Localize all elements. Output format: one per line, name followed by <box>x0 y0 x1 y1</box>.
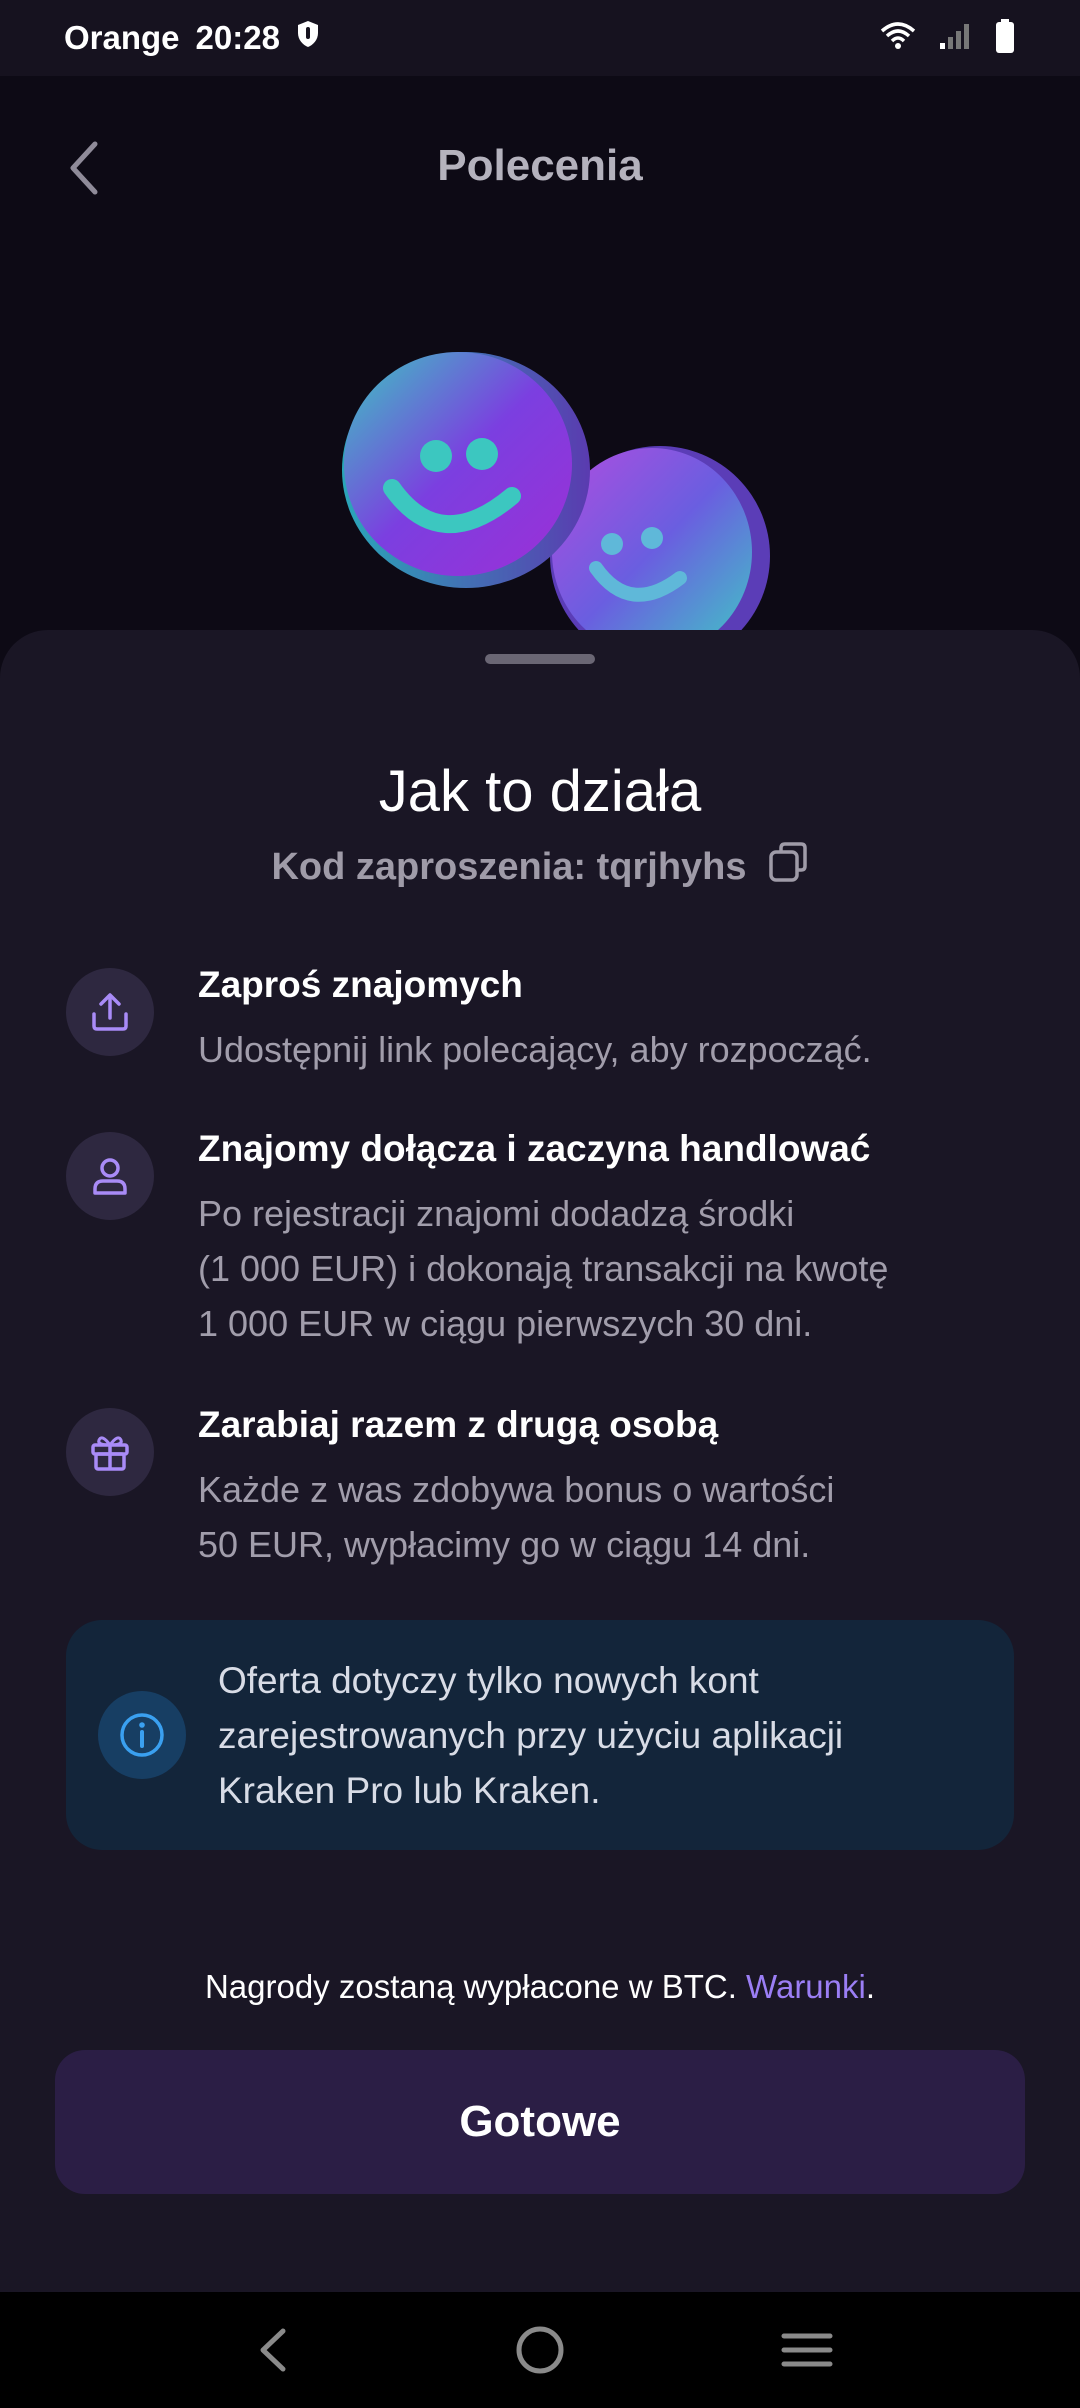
page-title: Polecenia <box>437 141 643 190</box>
carrier-label: Orange <box>64 19 180 56</box>
share-icon <box>92 993 128 1031</box>
step-desc-line: (1 000 EUR) i dokonają transakcji na kwo… <box>198 1248 889 1289</box>
step-text: Znajomy dołącza i zaczyna handlować Po r… <box>198 1124 888 1351</box>
rewards-period: . <box>865 1968 876 2005</box>
info-line: Kraken Pro lub Kraken. <box>218 1769 601 1811</box>
nav-recents-icon[interactable] <box>767 2310 847 2390</box>
step-title: Znajomy dołącza i zaczyna handlować <box>198 1128 871 1169</box>
sheet-title: Jak to działa <box>378 759 702 824</box>
step-desc-line: Udostępnij link polecający, aby rozpoczą… <box>198 1029 872 1070</box>
sheet-handle[interactable] <box>485 654 595 664</box>
person-icon <box>93 1158 127 1195</box>
step-desc-line: Po rejestracji znajomi dodadzą środki <box>198 1193 795 1234</box>
shield-icon <box>296 19 320 57</box>
step-text: Zaproś znajomych Udostępnij link polecaj… <box>198 960 872 1077</box>
info-line: zarejestrowanych przy użyciu aplikacji <box>218 1714 844 1756</box>
bottom-sheet: Jak to działa Kod zaproszenia: tqrjhyhs … <box>0 630 1080 2292</box>
done-button[interactable]: Gotowe <box>55 2050 1025 2194</box>
smiley-coins-illustration <box>342 352 770 666</box>
info-icon <box>120 1713 164 1757</box>
system-nav-bar <box>0 2292 1080 2408</box>
step-description: Po rejestracji znajomi dodadzą środki (1… <box>198 1186 888 1351</box>
step-invite-friends: Zaproś znajomych Udostępnij link polecaj… <box>66 960 1026 1077</box>
rewards-note: Nagrody zostaną wypłacone w BTC. Warunki… <box>0 1968 1080 2006</box>
step-description: Każde z was zdobywa bonus o wartości 50 … <box>198 1462 834 1572</box>
app-header: Polecenia <box>0 76 1080 256</box>
wifi-icon <box>880 21 916 56</box>
info-notice: Oferta dotyczy tylko nowych kont zarejes… <box>66 1620 1014 1850</box>
step-title: Zaproś znajomych <box>198 964 523 1005</box>
invite-code-row[interactable]: Kod zaproszenia: tqrjhyhs <box>0 840 1080 894</box>
copy-icon[interactable] <box>767 840 809 894</box>
back-button[interactable] <box>54 128 114 208</box>
nav-back-icon[interactable] <box>233 2310 313 2390</box>
back-chevron-icon <box>70 141 98 195</box>
status-bar: Orange 20:28 <box>0 0 1080 76</box>
info-text: Oferta dotyczy tylko nowych kont zarejes… <box>218 1653 978 1818</box>
status-right <box>880 18 1016 59</box>
step-earn-together: Zarabiaj razem z drugą osobą Każde z was… <box>66 1400 1026 1572</box>
step-friend-joins: Znajomy dołącza i zaczyna handlować Po r… <box>66 1124 1026 1351</box>
step-title: Zarabiaj razem z drugą osobą <box>198 1404 719 1445</box>
invite-code-label: Kod zaproszenia: tqrjhyhs <box>271 845 747 888</box>
battery-icon <box>994 18 1016 59</box>
info-icon-wrap <box>98 1691 186 1779</box>
step-desc-line: 1 000 EUR w ciągu pierwszych 30 dni. <box>198 1303 813 1344</box>
signal-icon <box>938 21 972 56</box>
status-left: Orange 20:28 <box>64 19 320 57</box>
hero-illustration <box>0 256 1080 666</box>
step-description: Udostępnij link polecający, aby rozpoczą… <box>198 1022 872 1077</box>
step-desc-line: 50 EUR, wypłacimy go w ciągu 14 dni. <box>198 1524 811 1565</box>
info-line: Oferta dotyczy tylko nowych kont <box>218 1659 759 1701</box>
gift-icon <box>91 1436 129 1471</box>
step-icon-wrap <box>66 968 154 1056</box>
step-icon-wrap <box>66 1408 154 1496</box>
step-text: Zarabiaj razem z drugą osobą Każde z was… <box>198 1400 834 1572</box>
terms-link[interactable]: Warunki <box>746 1968 866 2005</box>
step-desc-line: Każde z was zdobywa bonus o wartości <box>198 1469 835 1510</box>
clock-label: 20:28 <box>195 19 280 56</box>
rewards-text: Nagrody zostaną wypłacone w BTC. <box>204 1968 737 2005</box>
step-icon-wrap <box>66 1132 154 1220</box>
nav-home-icon[interactable] <box>500 2310 580 2390</box>
